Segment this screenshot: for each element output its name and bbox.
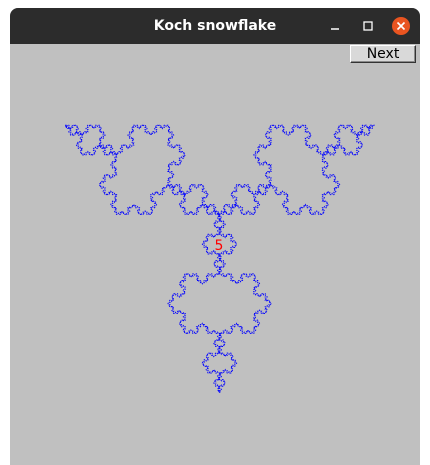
koch-canvas: 5 [64,124,375,394]
minimize-button[interactable] [326,17,344,35]
maximize-icon [363,21,373,31]
next-button[interactable]: Next [350,45,416,63]
close-icon [396,21,406,31]
maximize-button[interactable] [359,17,377,35]
minimize-icon [331,28,339,30]
koch-snowflake-curve [64,124,375,394]
close-button[interactable] [392,17,410,35]
app-window: Koch snowflake 5 Next [10,8,420,465]
drawing-area: 5 Next [10,44,420,465]
level-label: 5 [215,238,224,254]
title-bar[interactable]: Koch snowflake [10,8,420,44]
